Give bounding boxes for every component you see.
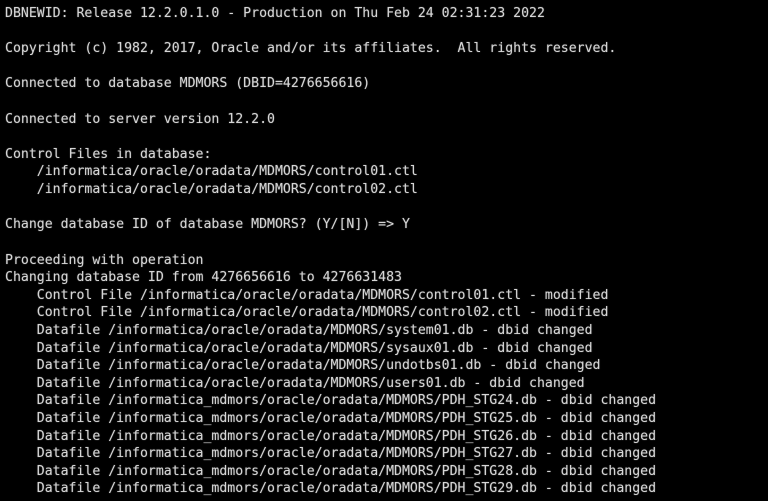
terminal-line: Datafile /informatica_mdmors/oracle/orad… [5, 411, 657, 427]
terminal-line: /informatica/oracle/oradata/MDMORS/contr… [5, 182, 418, 198]
terminal-line: Changing database ID from 4276656616 to … [5, 270, 402, 286]
terminal-line: Control File /informatica/oracle/oradata… [5, 287, 609, 303]
terminal-line: Datafile /informatica_mdmors/oracle/orad… [5, 393, 657, 409]
terminal-line: Datafile /informatica/oracle/oradata/MDM… [5, 322, 593, 338]
terminal-line: Connected to database MDMORS (DBID=42766… [5, 76, 371, 92]
terminal-line: Control Files in database: [5, 146, 212, 162]
terminal-output-buffer[interactable]: DBNEWID: Release 12.2.0.1.0 - Production… [0, 5, 768, 498]
terminal-line: Datafile /informatica/oracle/oradata/MDM… [5, 340, 593, 356]
terminal-line: Datafile /informatica/oracle/oradata/MDM… [5, 358, 601, 374]
terminal-line: Datafile /informatica_mdmors/oracle/orad… [5, 446, 657, 462]
terminal-line: Datafile /informatica_mdmors/oracle/orad… [5, 428, 657, 444]
terminal-line: Connected to server version 12.2.0 [5, 111, 275, 127]
terminal-window[interactable]: DBNEWID: Release 12.2.0.1.0 - Production… [0, 0, 768, 501]
terminal-line: DBNEWID: Release 12.2.0.1.0 - Production… [5, 6, 545, 21]
terminal-line: Copyright (c) 1982, 2017, Oracle and/or … [5, 41, 617, 57]
terminal-line: /informatica/oracle/oradata/MDMORS/contr… [5, 164, 418, 180]
terminal-line: Control File /informatica/oracle/oradata… [5, 305, 609, 321]
terminal-line: Change database ID of database MDMORS? (… [5, 217, 410, 233]
terminal-line: Datafile /informatica/oracle/oradata/MDM… [5, 375, 585, 391]
terminal-line: Proceeding with operation [5, 252, 204, 268]
terminal-line: Datafile /informatica_mdmors/oracle/orad… [5, 481, 657, 497]
terminal-line: Datafile /informatica_mdmors/oracle/orad… [5, 463, 657, 479]
